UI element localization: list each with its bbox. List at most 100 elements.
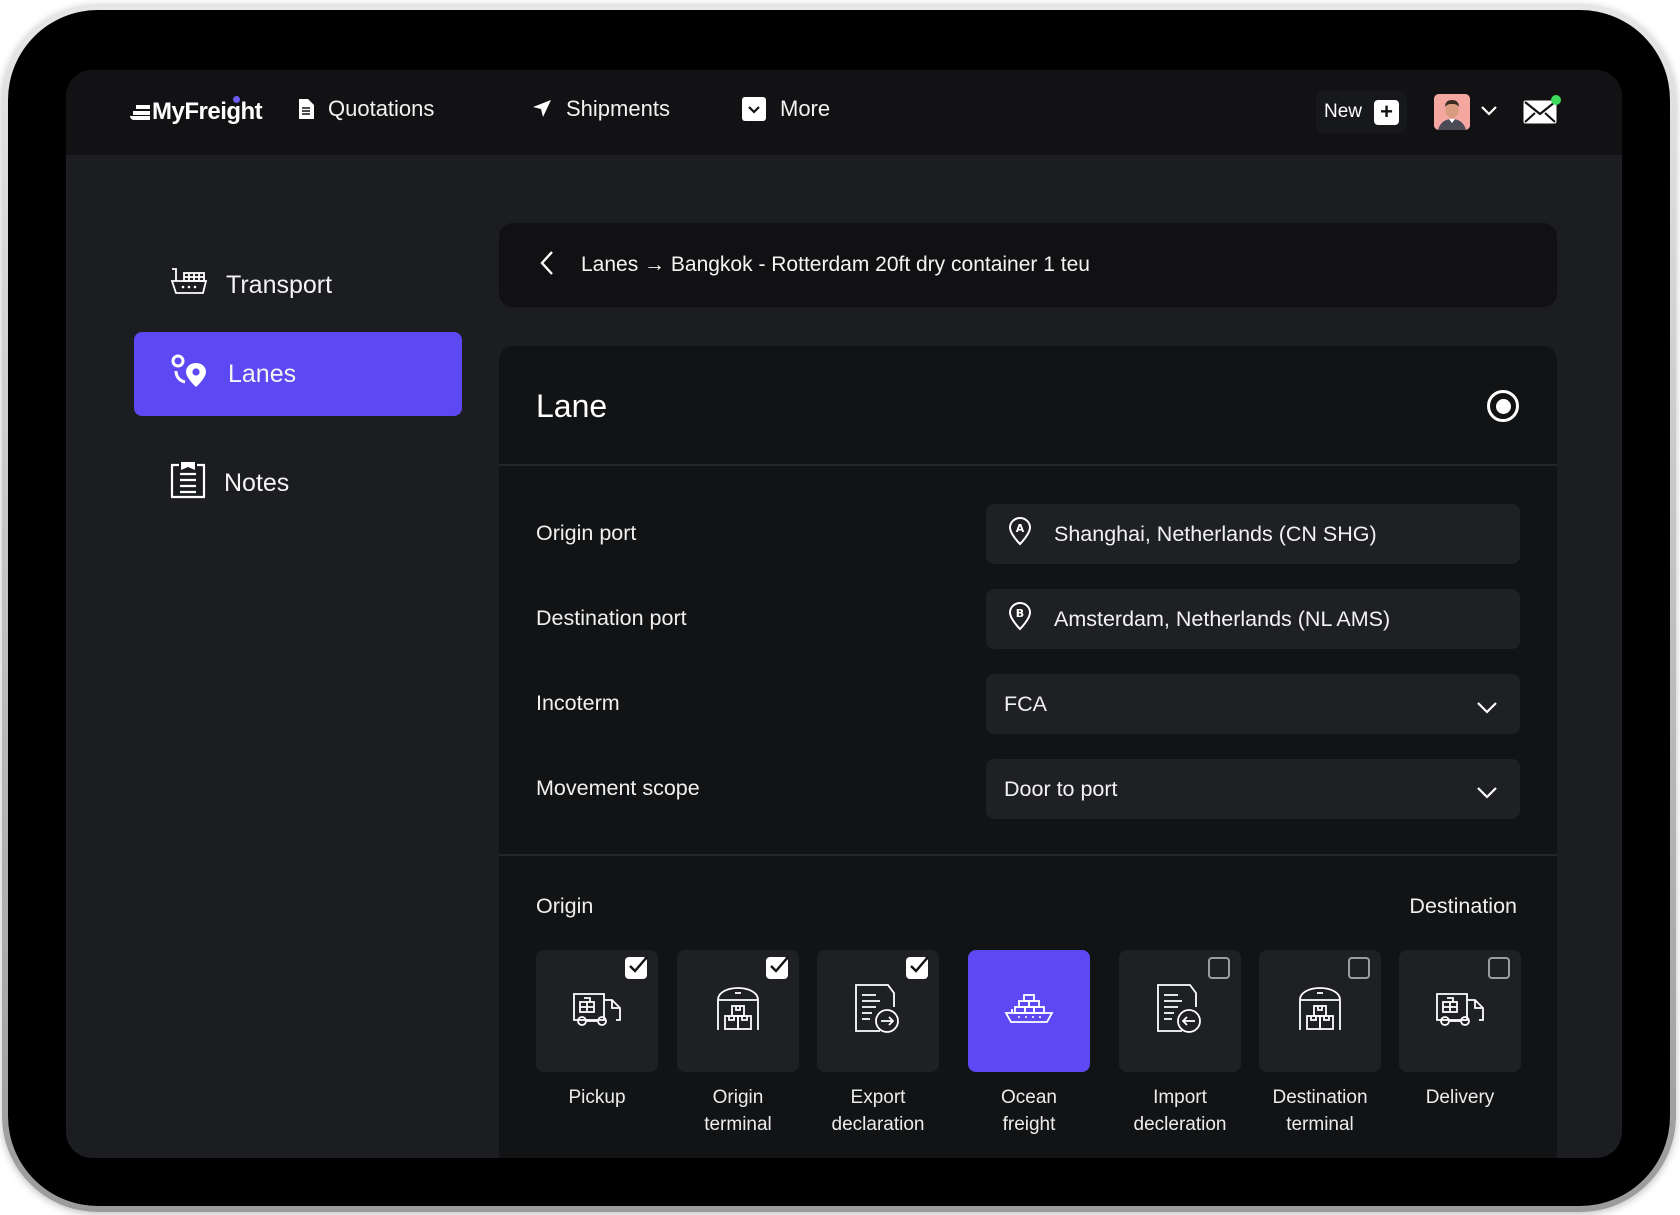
brand-logo[interactable]: MyFreight	[130, 96, 263, 126]
origin-port-field[interactable]: A Shanghai, Netherlands (CN SHG)	[986, 504, 1520, 564]
service-tile[interactable]	[1119, 950, 1241, 1072]
incoterm-row: Incoterm FCA	[499, 674, 1557, 734]
plus-icon: +	[1374, 99, 1400, 125]
pin-a-icon: A	[1008, 516, 1032, 552]
chevron-down-icon	[1476, 781, 1498, 806]
lane-title: Lane	[536, 388, 608, 424]
movement-scope-select[interactable]: Door to port	[986, 759, 1520, 819]
origin-label: Origin	[536, 894, 594, 918]
service-name: Destination terminal	[1259, 1084, 1381, 1138]
service-name-line1: Origin	[712, 1087, 764, 1108]
origin-port-row: Origin port A Shanghai, Netherlands (CN …	[499, 504, 1557, 564]
destination-port-value: Amsterdam, Netherlands (NL AMS)	[1054, 606, 1391, 631]
pin-b-icon: B	[1008, 601, 1032, 637]
svg-text:A: A	[1016, 522, 1025, 535]
incoterm-select[interactable]: FCA	[986, 674, 1520, 734]
service-ocean-freight[interactable]: Ocean freight	[968, 950, 1090, 1138]
paper-plane-icon	[532, 99, 552, 119]
nav-more[interactable]: More	[742, 96, 830, 122]
service-name-line2: terminal	[1286, 1114, 1354, 1135]
lane-form: Origin port A Shanghai, Netherlands (CN …	[499, 466, 1557, 856]
service-name: Ocean freight	[968, 1084, 1090, 1138]
service-name-line1: Export	[850, 1087, 906, 1108]
service-delivery[interactable]: Delivery	[1399, 950, 1521, 1111]
truck-icon	[1435, 990, 1485, 1033]
service-tile[interactable]	[1259, 950, 1381, 1072]
service-name: Import decleration	[1119, 1084, 1241, 1138]
clipboard-icon	[170, 461, 206, 506]
nav-more-label: More	[780, 96, 831, 121]
checkbox-checked[interactable]	[766, 956, 789, 979]
sidebar-item-notes[interactable]: Notes	[134, 441, 462, 525]
service-name: Pickup	[536, 1084, 658, 1111]
movement-scope-label: Movement scope	[536, 776, 700, 800]
service-name: Origin terminal	[677, 1084, 799, 1138]
lane-header: Lane	[499, 346, 1557, 466]
service-name-line1: Import	[1153, 1087, 1207, 1108]
sidebar-item-lanes[interactable]: Lanes	[134, 332, 462, 416]
unread-indicator	[1551, 95, 1561, 105]
new-button-label: New	[1324, 101, 1363, 122]
destination-label: Destination	[1409, 894, 1517, 918]
service-name-line1: Delivery	[1425, 1087, 1495, 1108]
service-tile[interactable]	[817, 950, 939, 1072]
service-name-line2: decleration	[1133, 1114, 1227, 1135]
tablet-frame: MyFreight Quotations Shipments More New …	[2, 4, 1676, 1212]
nav-shipments[interactable]: Shipments	[532, 96, 670, 122]
checkbox-unchecked[interactable]	[1208, 957, 1230, 979]
new-button[interactable]: New +	[1316, 90, 1408, 134]
origin-port-label: Origin port	[536, 521, 637, 545]
checkbox-checked[interactable]	[625, 956, 648, 979]
service-name-line1: Pickup	[568, 1087, 626, 1108]
document-import-icon	[1156, 983, 1204, 1040]
lane-card: Lane Origin port A Shanghai, Netherlands…	[499, 346, 1557, 1158]
service-tile[interactable]	[968, 950, 1090, 1072]
destination-port-row: Destination port B Amsterdam, Netherland…	[499, 589, 1557, 649]
origin-port-value: Shanghai, Netherlands (CN SHG)	[1054, 521, 1377, 546]
sidebar-item-transport-label: Transport	[226, 270, 333, 299]
service-origin-terminal[interactable]: Origin terminal	[677, 950, 799, 1138]
checkbox-unchecked[interactable]	[1348, 957, 1370, 979]
account-chevron-down-icon[interactable]	[1480, 104, 1498, 122]
service-destination-terminal[interactable]: Destination terminal	[1259, 950, 1381, 1138]
logo-dot	[233, 96, 240, 103]
svg-text:B: B	[1016, 607, 1024, 620]
movement-scope-row: Movement scope Door to port	[499, 759, 1557, 819]
warehouse-icon	[1296, 986, 1344, 1037]
service-tile[interactable]	[1399, 950, 1521, 1072]
destination-port-label: Destination port	[536, 606, 687, 630]
ship-icon	[1004, 993, 1054, 1030]
movement-scope-value: Door to port	[1004, 776, 1118, 801]
service-name: Export declaration	[817, 1084, 939, 1138]
document-export-icon	[854, 983, 902, 1040]
nav-shipments-label: Shipments	[566, 96, 670, 121]
service-name: Delivery	[1399, 1084, 1521, 1111]
service-export-declaration[interactable]: Export declaration	[817, 950, 939, 1138]
sidebar-item-lanes-label: Lanes	[228, 359, 297, 388]
checkbox-checked[interactable]	[906, 956, 929, 979]
sidebar-item-transport[interactable]: Transport	[134, 243, 462, 327]
service-name-line1: Ocean	[1001, 1087, 1057, 1108]
brand-name: MyFreight	[152, 98, 263, 125]
lane-select-radio[interactable]	[1487, 390, 1519, 422]
app-screen: MyFreight Quotations Shipments More New …	[66, 70, 1622, 1158]
service-tile[interactable]	[677, 950, 799, 1072]
warehouse-icon	[714, 986, 762, 1037]
checkbox-unchecked[interactable]	[1488, 957, 1510, 979]
top-navigation: MyFreight Quotations Shipments More New …	[66, 70, 1622, 155]
route-pins-icon	[170, 353, 210, 396]
service-import-declaration[interactable]: Import decleration	[1119, 950, 1241, 1138]
service-name-line2: declaration	[831, 1114, 925, 1135]
nav-quotations-label: Quotations	[328, 96, 435, 121]
destination-port-field[interactable]: B Amsterdam, Netherlands (NL AMS)	[986, 589, 1520, 649]
sidebar-item-notes-label: Notes	[224, 468, 290, 497]
radio-dot	[1495, 398, 1511, 414]
avatar[interactable]	[1434, 94, 1470, 130]
breadcrumb-text[interactable]: Lanes → Bangkok - Rotterdam 20ft dry con…	[581, 253, 1090, 277]
logo-mark-icon	[130, 104, 150, 120]
chevron-down-box-icon	[742, 97, 766, 121]
nav-quotations[interactable]: Quotations	[298, 96, 434, 122]
chevron-left-icon[interactable]	[539, 250, 555, 281]
service-pickup[interactable]: Pickup	[536, 950, 658, 1111]
service-tile[interactable]	[536, 950, 658, 1072]
